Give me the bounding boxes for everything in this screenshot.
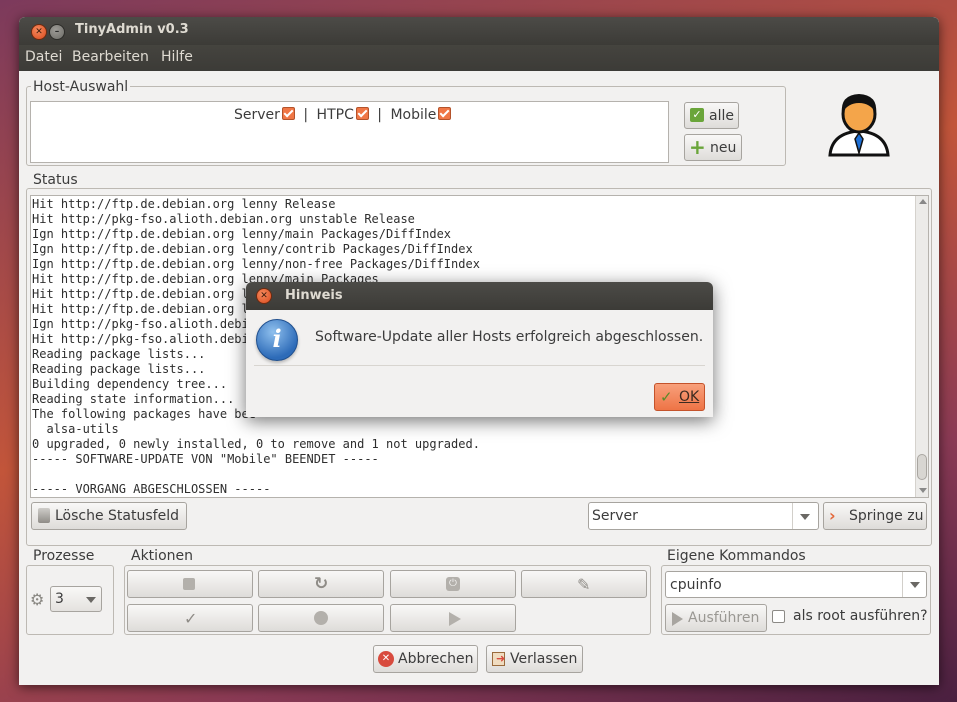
status-log-line: Ign http://ftp.de.debian.org lenny/main … [32, 227, 452, 241]
close-window-button[interactable]: ✕ [31, 24, 47, 40]
actions-label: Aktionen [129, 548, 195, 564]
play-icon [672, 612, 683, 626]
check-icon: ✓ [184, 609, 198, 628]
chevron-down-icon [86, 597, 96, 603]
window-title: TinyAdmin v0.3 [75, 22, 189, 37]
power-icon: ⏻ [446, 577, 460, 591]
action-power-button[interactable]: ⏻ [390, 570, 516, 598]
checkbox-mobile[interactable] [438, 107, 452, 120]
dialog-separator [254, 365, 705, 366]
host-mobile[interactable]: Mobile [390, 107, 452, 123]
scroll-up-icon [919, 199, 927, 204]
host-list: Server | HTPC | Mobile [30, 101, 669, 163]
close-icon: ✕ [260, 291, 268, 301]
dialog-close-button[interactable]: ✕ [256, 288, 272, 304]
clock-icon [314, 611, 328, 625]
select-all-button[interactable]: ✓ alle [684, 102, 739, 129]
menu-bearbeiten[interactable]: Bearbeiten [72, 49, 149, 65]
menu-hilfe[interactable]: Hilfe [161, 49, 193, 65]
title-bar: ✕ – TinyAdmin v0.3 [19, 17, 939, 45]
cancel-button[interactable]: ✕ Abbrechen [373, 645, 478, 673]
status-log-line: Hit http://pkg-fso.alioth.debian.org uns… [32, 212, 415, 226]
play-icon [449, 612, 461, 626]
scrollbar-thumb[interactable] [917, 454, 927, 480]
dialog-title: Hinweis [285, 288, 343, 303]
action-clock-button[interactable] [258, 604, 384, 632]
add-host-button[interactable]: + neu [684, 134, 742, 161]
chevron-down-icon [910, 582, 920, 588]
cancel-icon: ✕ [378, 651, 394, 667]
minimize-window-button[interactable]: – [49, 24, 65, 40]
check-icon: ✓ [660, 388, 673, 406]
chevron-down-icon [800, 514, 810, 520]
action-play-button[interactable] [390, 604, 516, 632]
action-edit-button[interactable]: ✎ [521, 570, 647, 598]
dialog-title-bar: ✕ Hinweis [246, 282, 713, 310]
processes-label: Prozesse [31, 548, 97, 564]
status-log-line: ----- VORGANG ABGESCHLOSSEN ----- [32, 482, 271, 496]
run-as-root-checkbox[interactable] [772, 610, 785, 623]
status-log-line: Ign http://ftp.de.debian.org lenny/contr… [32, 242, 473, 256]
status-label: Status [31, 172, 80, 188]
status-log-line [32, 467, 480, 482]
host-selection-label: Host-Auswahl [31, 79, 131, 95]
ok-button[interactable]: ✓ OK [654, 383, 705, 411]
exit-icon: ➜ [492, 652, 505, 666]
clear-status-button[interactable]: Lösche Statusfeld [31, 502, 187, 530]
plus-icon: + [689, 135, 706, 159]
info-dialog: ✕ Hinweis i Software-Update aller Hosts … [246, 282, 713, 417]
checkbox-server[interactable] [281, 107, 295, 120]
chevron-right-icon: › [829, 506, 836, 525]
check-icon: ✓ [690, 108, 704, 122]
run-command-button[interactable]: Ausführen [665, 604, 767, 632]
combo-divider [792, 503, 793, 529]
quit-button[interactable]: ➜ Verlassen [486, 645, 583, 673]
pencil-icon: ✎ [577, 575, 591, 594]
close-icon: ✕ [35, 27, 43, 37]
jump-to-button[interactable]: › Springe zu [823, 502, 927, 530]
run-as-root-label: als root ausführen? [793, 608, 928, 624]
command-select[interactable]: cpuinfo [665, 571, 927, 598]
status-log-line: 0 upgraded, 0 newly installed, 0 to remo… [32, 437, 480, 451]
gear-icon: ⚙ [30, 590, 45, 609]
dialog-message: Software-Update aller Hosts erfolgreich … [315, 329, 704, 345]
action-refresh-button[interactable]: ↻ [258, 570, 384, 598]
host-server[interactable]: Server [234, 107, 295, 123]
process-count-spinner[interactable]: 3 [50, 586, 102, 612]
status-log-line: Ign http://ftp.de.debian.org lenny/non-f… [32, 257, 480, 271]
minimize-icon: – [54, 27, 60, 37]
host-htpc[interactable]: HTPC [317, 107, 369, 123]
custom-commands-label: Eigene Kommandos [665, 548, 808, 564]
menu-bar: Datei Bearbeiten Hilfe [19, 45, 939, 71]
host-checkboxes: Server | HTPC | Mobile [234, 107, 452, 123]
jump-host-select[interactable]: Server [588, 502, 819, 530]
scroll-down-icon [919, 488, 927, 493]
status-log-line: Hit http://ftp.de.debian.org lenny Relea… [32, 197, 336, 211]
status-log-line: alsa-utils [32, 422, 119, 436]
action-stop-button[interactable] [127, 570, 253, 598]
action-check-button[interactable]: ✓ [127, 604, 253, 632]
refresh-icon: ↻ [314, 574, 329, 594]
admin-avatar-icon [828, 94, 890, 157]
combo-divider [902, 572, 903, 597]
status-scrollbar[interactable] [915, 196, 928, 497]
checkbox-htpc[interactable] [355, 107, 369, 120]
info-icon: i [256, 319, 298, 361]
status-log-line: ----- SOFTWARE-UPDATE VON "Mobile" BEEND… [32, 452, 379, 466]
trash-icon [38, 508, 50, 523]
menu-datei[interactable]: Datei [25, 49, 62, 65]
stop-icon [183, 578, 195, 590]
